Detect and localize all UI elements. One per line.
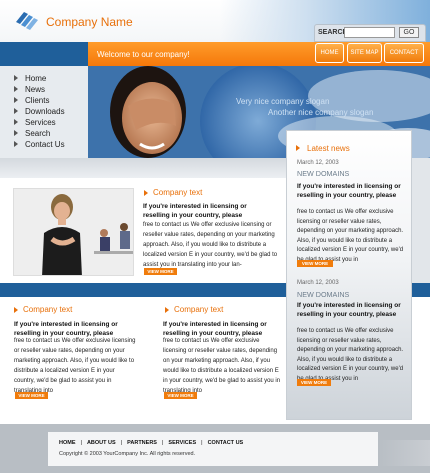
arrow-icon [14, 307, 18, 313]
blue-band [0, 283, 286, 297]
news-lead: If you're interested in licensing or res… [297, 183, 401, 199]
view-more-button[interactable]: VIEW MORE [15, 392, 48, 399]
arrow-icon [14, 141, 18, 147]
section-title: Company text [23, 305, 73, 314]
news-headline: NEW DOMAINS [297, 169, 350, 178]
footer-panel [48, 432, 378, 466]
arrow-icon [14, 86, 18, 92]
arrow-icon [165, 307, 169, 313]
logo-icon [16, 12, 38, 30]
view-more-button[interactable]: VIEW MORE [297, 260, 333, 267]
footer-link-services[interactable]: SERVICES [168, 440, 196, 446]
search-input[interactable] [344, 27, 395, 38]
news-body: free to contact us We offer exclusive li… [297, 209, 404, 263]
arrow-icon [144, 190, 148, 196]
arrow-icon [14, 119, 18, 125]
right-margin-strip [412, 158, 430, 283]
news-body: free to contact us We offer exclusive li… [297, 328, 404, 382]
news-title: Latest news [307, 144, 350, 153]
view-more-button[interactable]: VIEW MORE [144, 268, 177, 275]
footer-link-about[interactable]: ABOUT US [87, 440, 116, 446]
menu-item-home[interactable]: Home [14, 74, 46, 83]
banner-slogan-1: Very nice company slogan [236, 97, 330, 106]
menu-item-services[interactable]: Services [14, 118, 56, 127]
arrow-icon [14, 75, 18, 81]
section-title: Company text [174, 305, 224, 314]
top-blue-bar [0, 42, 88, 66]
news-date: March 12, 2003 [297, 280, 339, 286]
menu-item-news[interactable]: News [14, 85, 45, 94]
menu-item-contact[interactable]: Contact Us [14, 140, 65, 149]
footer-link-partners[interactable]: PARTNERS [127, 440, 157, 446]
blue-band-right [412, 283, 430, 297]
news-lead: If you're interested in licensing or res… [297, 302, 401, 318]
company-name: Company Name [46, 15, 133, 29]
nav-home-button[interactable]: HOME [315, 43, 344, 63]
footer-decoration [378, 440, 430, 466]
menu-item-clients[interactable]: Clients [14, 96, 49, 105]
menu-item-downloads[interactable]: Downloads [14, 107, 65, 116]
footer-link-home[interactable]: HOME [59, 440, 76, 446]
nav-contact-button[interactable]: CONTACT US [384, 43, 424, 74]
view-more-button[interactable]: VIEW MORE [297, 379, 331, 386]
feature-lead: If you're interested in licensing or res… [143, 203, 247, 219]
footer-nav: HOME | ABOUT US | PARTNERS | SERVICES | CONTACT … [59, 440, 244, 446]
welcome-text: Welcome to our company! [97, 50, 190, 59]
search-go-button[interactable]: GO [399, 27, 419, 38]
banner-slogan-2: Another nice company slogan [268, 108, 374, 117]
team-photo-image [14, 189, 133, 275]
footer-link-contact[interactable]: CONTACT US [208, 440, 244, 446]
arrow-icon [14, 97, 18, 103]
menu-item-search[interactable]: Search [14, 129, 50, 138]
news-headline: NEW DOMAINS [297, 290, 350, 299]
section-body: free to contact us We offer exclusive li… [163, 338, 281, 394]
feature-photo [13, 188, 134, 276]
feature-body: free to contact us We offer exclusive li… [143, 222, 278, 268]
copyright: Copyright © 2003 YourCompany Inc. All ri… [59, 451, 196, 457]
feature-title: Company text [153, 188, 203, 197]
section-body: free to contact us We offer exclusive li… [14, 338, 136, 394]
arrow-icon [14, 108, 18, 114]
view-more-button[interactable]: VIEW MORE [164, 392, 197, 399]
nav-sitemap-button[interactable]: SITE MAP [347, 43, 382, 63]
news-date: March 12, 2003 [297, 160, 339, 166]
arrow-icon [296, 145, 300, 151]
arrow-icon [14, 130, 18, 136]
